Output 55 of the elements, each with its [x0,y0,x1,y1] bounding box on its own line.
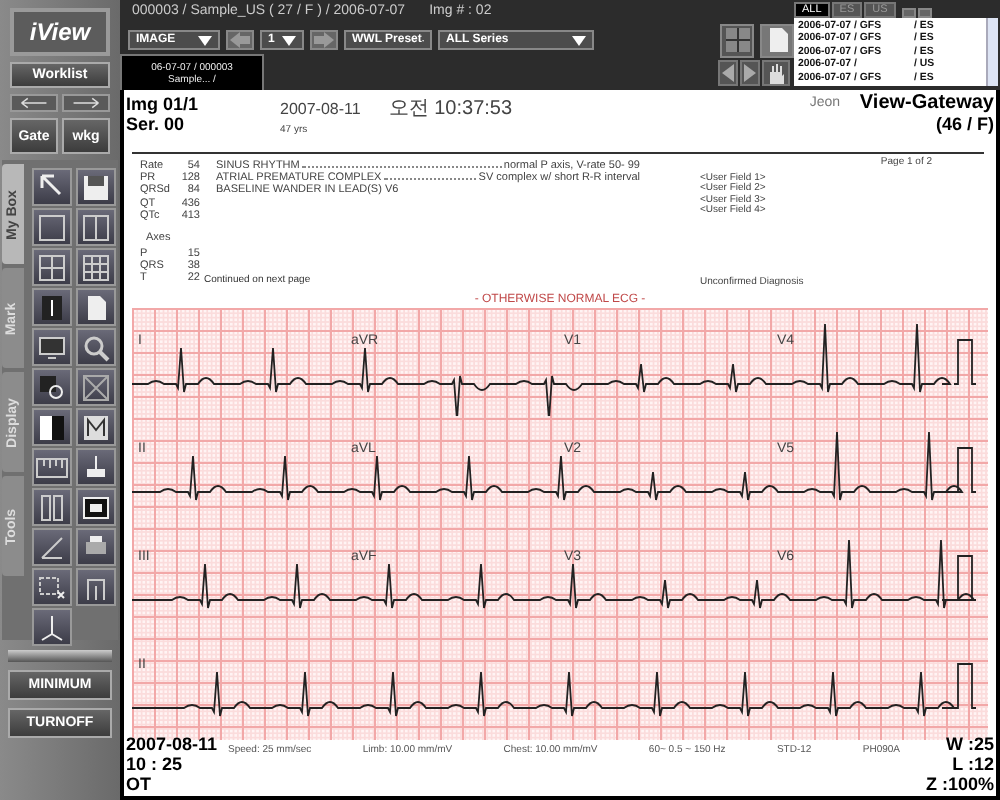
hand-button[interactable] [762,60,790,86]
overlay-text: Img 01/1 [126,94,199,114]
tool-button[interactable] [76,168,116,206]
app-logo: iView [10,8,110,56]
scroll-left-button[interactable] [718,60,738,86]
tool-button[interactable] [32,288,72,326]
tool-button[interactable] [76,488,116,526]
overlay-text: View-Gateway [859,94,994,114]
scroll-bar[interactable] [986,18,998,86]
grid-layout-button[interactable] [720,23,754,57]
four-pane-icon [34,249,70,285]
overlay-text: W :25 [945,734,994,754]
dropdown-arrow-icon [282,35,296,45]
tool-button[interactable] [76,328,116,366]
tool-button[interactable] [32,448,72,486]
dropdown-arrow-icon [572,35,586,45]
tool-button[interactable] [76,408,116,446]
overlay-text: OT [126,774,153,794]
tool-button[interactable] [76,528,116,566]
overlay-text: L :12 [952,754,994,774]
tool-button[interactable] [76,448,116,486]
dropdown-arrow-icon [198,35,212,45]
left-arrow-icon [230,32,250,48]
page-layout-button[interactable] [760,23,794,57]
tool-button[interactable] [32,368,72,406]
overlay-text: 2007-08-11 [126,734,218,754]
tool-button[interactable] [32,408,72,446]
tool-button[interactable] [32,528,72,566]
tool-button[interactable] [32,328,72,366]
report-time: 오전 10:37:53 [388,96,513,122]
report-date: 2007-08-11 [280,100,361,118]
overlay-text: Ser. 00 [126,114,187,134]
tool-button[interactable] [32,248,72,286]
single-pane-icon [34,209,70,245]
two-pane-icon [78,209,114,245]
tool-button[interactable] [32,488,72,526]
hand-icon [766,63,786,83]
overlay-text: Z :100% [925,774,994,794]
overlay-text: (46 / F) [935,114,994,134]
left-triangle-icon [722,64,734,82]
tool-button[interactable] [32,608,72,646]
tool-button[interactable] [76,288,116,326]
tool-button[interactable] [76,208,116,246]
scroll-bar[interactable] [8,650,112,662]
right-arrow-icon [314,32,334,48]
nine-pane-icon [78,249,114,285]
four-pane-icon [723,26,751,54]
tool-button[interactable] [32,208,72,246]
scroll-right-button[interactable] [740,60,760,86]
tool-button[interactable] [32,568,72,606]
fit-frame-icon [78,369,114,405]
overlay-text: 10 : 25 [126,754,185,774]
tool-button[interactable] [32,168,72,206]
tool-button[interactable] [76,248,116,286]
right-triangle-icon [744,64,756,82]
